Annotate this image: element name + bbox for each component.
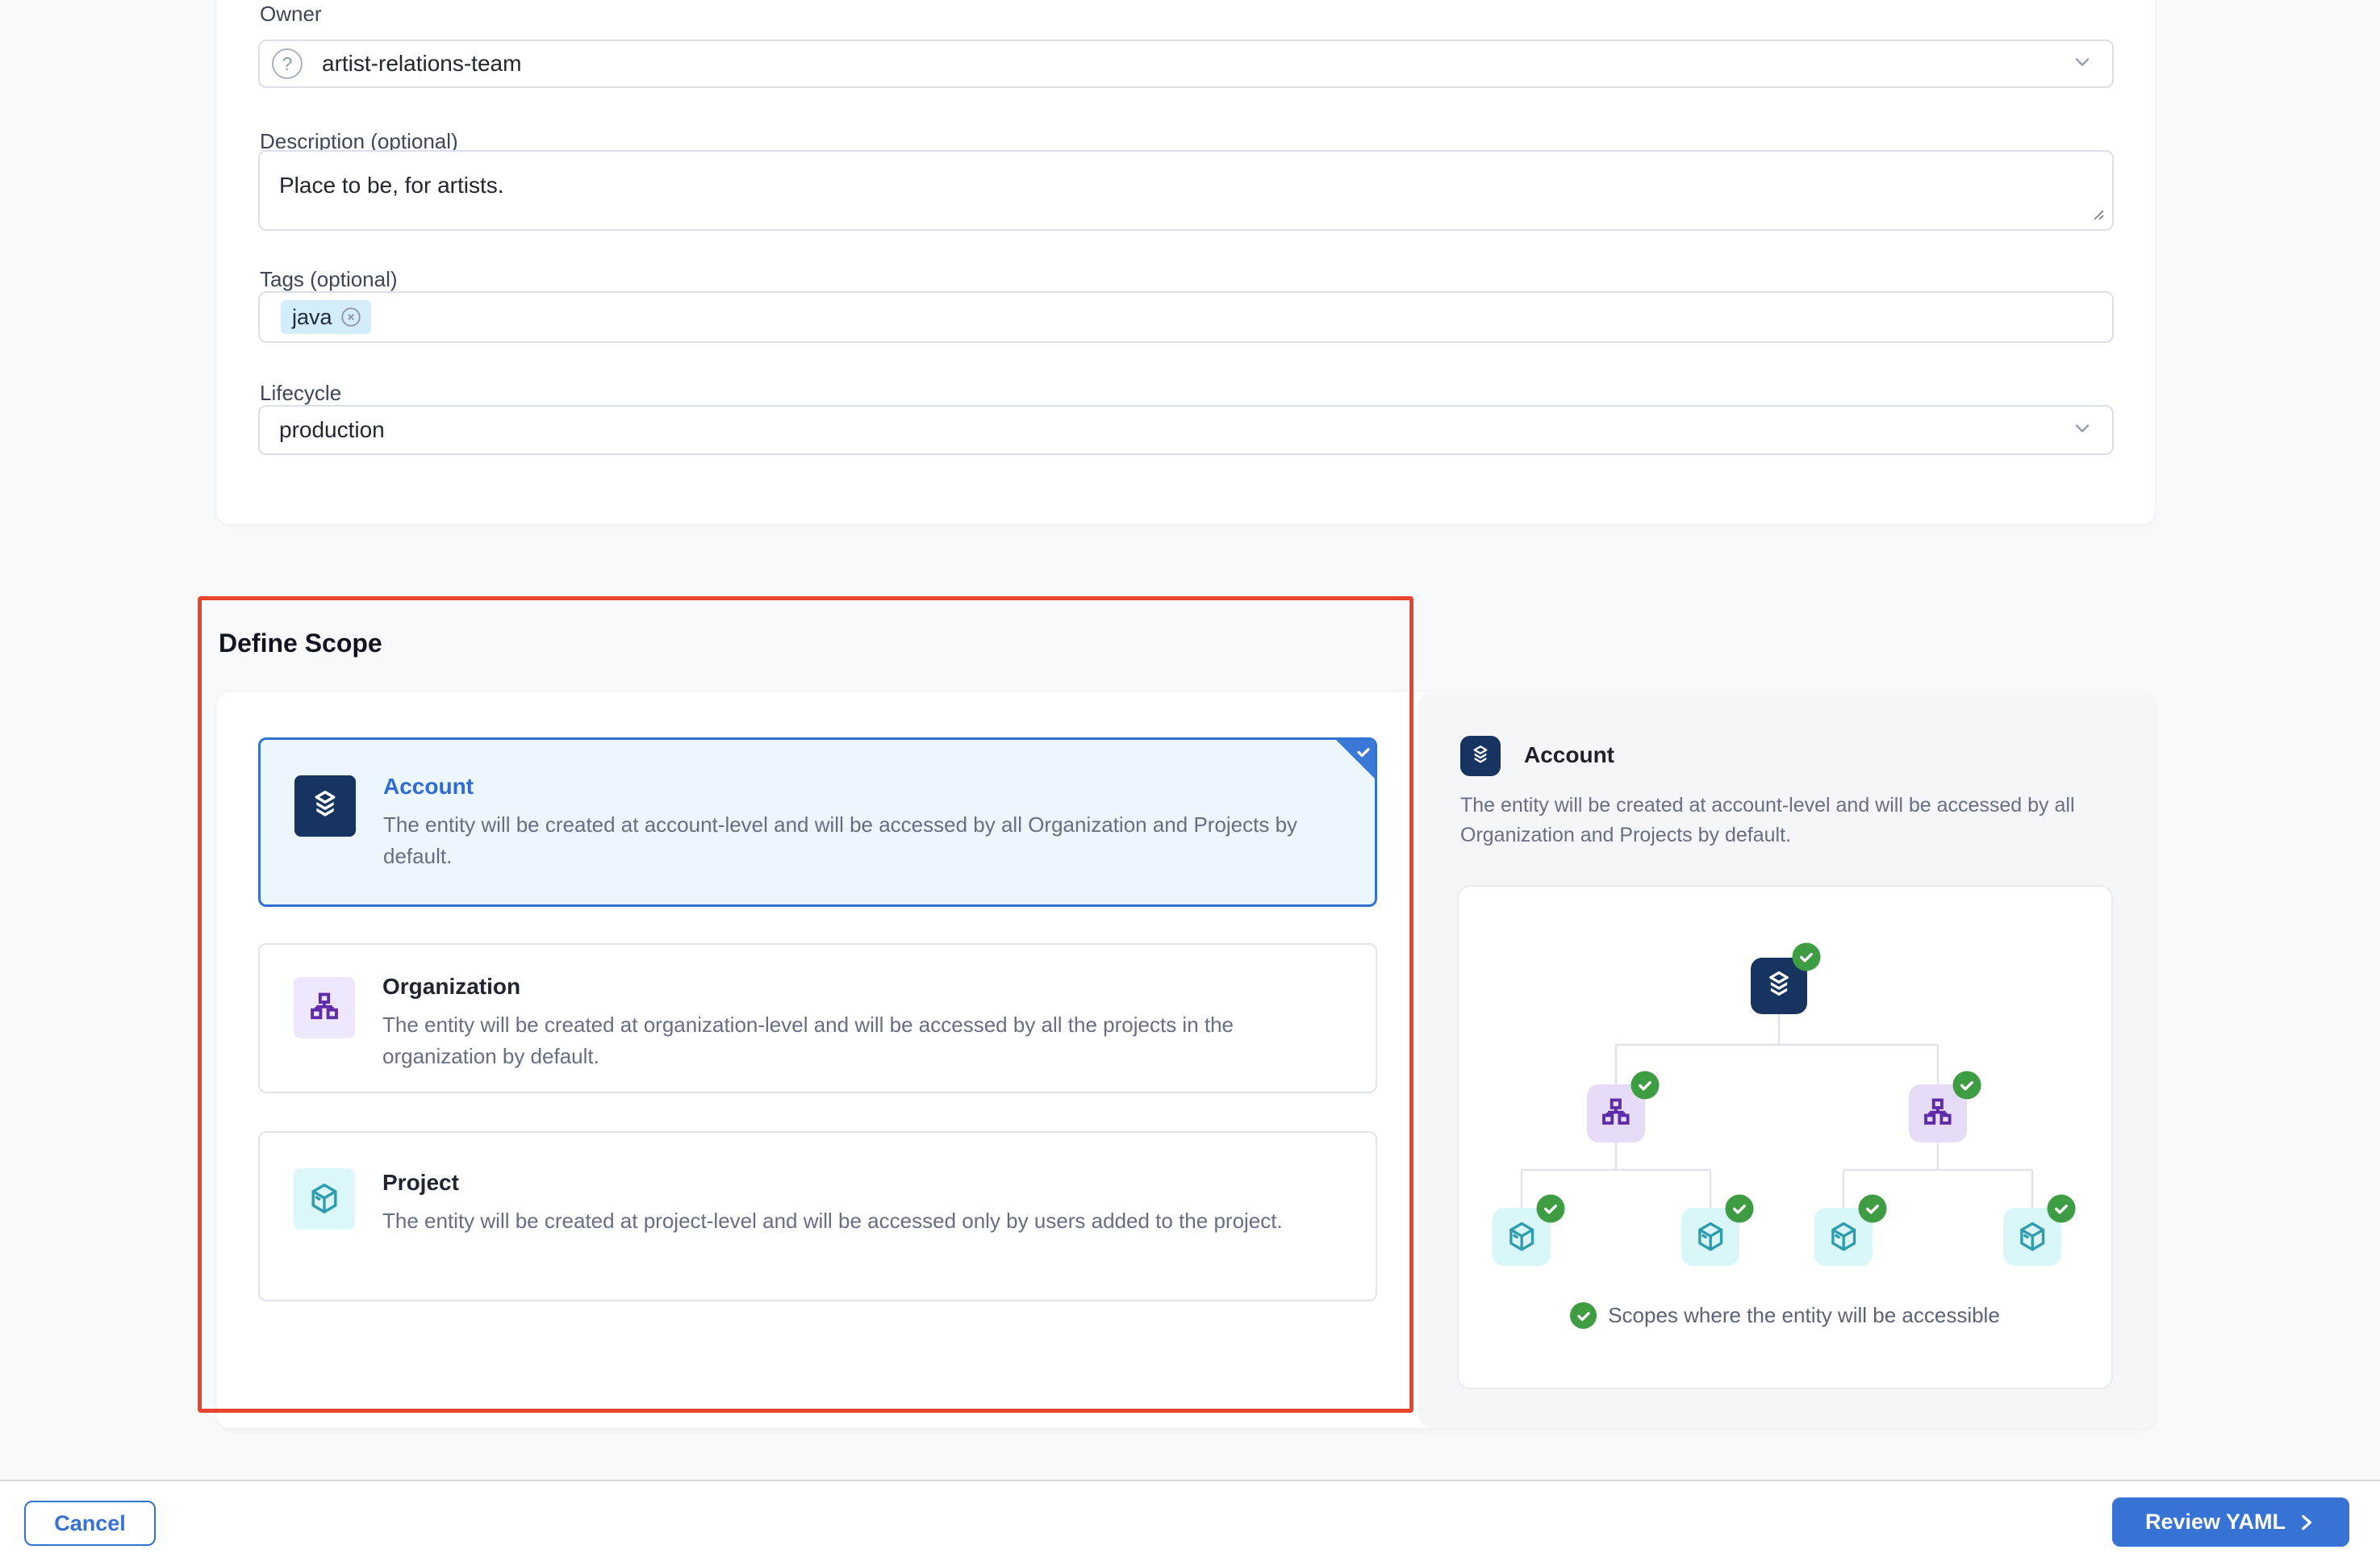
preview-description: The entity will be created at account-le… (1460, 791, 2156, 850)
description-textarea[interactable]: Place to be, for artists. (258, 150, 2114, 231)
tree-organization-node (1587, 1071, 1660, 1143)
scope-hierarchy-diagram: Scopes where the entity will be accessib… (1457, 885, 2113, 1389)
chevron-down-icon (2070, 50, 2094, 78)
scope-option-title: Organization (382, 974, 1347, 1000)
scope-preview-panel: Account The entity will be created at ac… (1418, 692, 2155, 1428)
lifecycle-label: Lifecycle (260, 381, 341, 406)
scope-option-description: The entity will be created at account-le… (383, 809, 1347, 872)
review-yaml-label: Review YAML (2145, 1510, 2286, 1535)
check-badge-icon (1859, 1195, 1887, 1223)
entity-create-page: Owner ? artist-relations-team Descriptio… (0, 0, 2380, 1562)
check-badge-icon (1537, 1195, 1565, 1223)
entity-details-card: Owner ? artist-relations-team Descriptio… (217, 0, 2155, 524)
preview-title: Account (1524, 742, 1614, 768)
layers-icon (1460, 736, 1501, 776)
owner-label: Owner (260, 2, 322, 27)
owner-select[interactable]: ? artist-relations-team (258, 40, 2114, 88)
scope-option-description: The entity will be created at project-le… (382, 1205, 1347, 1237)
resize-handle-icon[interactable] (2087, 203, 2107, 227)
tags-label: Tags (optional) (260, 267, 398, 292)
cube-icon (294, 1168, 355, 1230)
define-scope-card: Account The entity will be created at ac… (217, 692, 2155, 1428)
check-badge-icon (1953, 1071, 1981, 1100)
tree-project-node (2003, 1195, 2076, 1267)
tags-input[interactable]: java (258, 291, 2114, 343)
tag-chip[interactable]: java (281, 300, 371, 334)
chevron-down-icon (2070, 416, 2094, 445)
review-yaml-button[interactable]: Review YAML (2112, 1497, 2349, 1547)
check-badge-icon (2048, 1195, 2076, 1223)
tree-organization-node (1909, 1071, 1981, 1143)
footer-action-bar: Cancel Review YAML (0, 1480, 2380, 1562)
tree-project-node (1814, 1195, 1887, 1267)
lifecycle-value: production (279, 417, 385, 443)
scope-option-organization[interactable]: Organization The entity will be created … (258, 943, 1377, 1093)
cancel-button[interactable]: Cancel (24, 1501, 156, 1546)
diagram-caption: Scopes where the entity will be accessib… (1459, 1302, 2111, 1329)
scope-option-project[interactable]: Project The entity will be created at pr… (258, 1131, 1377, 1301)
circle-x-icon[interactable] (339, 305, 363, 329)
tree-project-node (1493, 1195, 1565, 1267)
check-badge-icon (1570, 1302, 1597, 1329)
check-badge-icon (1793, 943, 1821, 971)
tree-project-node (1681, 1195, 1754, 1267)
scope-option-title: Project (382, 1170, 1347, 1196)
tree-account-node (1751, 943, 1821, 1015)
check-badge-icon (1726, 1195, 1754, 1223)
owner-value: artist-relations-team (322, 51, 521, 77)
tag-chip-label: java (292, 305, 332, 330)
scope-option-account[interactable]: Account The entity will be created at ac… (258, 737, 1377, 907)
layers-icon (294, 775, 356, 837)
check-badge-icon (1631, 1071, 1660, 1100)
diagram-caption-text: Scopes where the entity will be accessib… (1608, 1303, 2000, 1328)
define-scope-heading: Define Scope (219, 629, 382, 658)
lifecycle-select[interactable]: production (258, 405, 2114, 455)
scope-option-description: The entity will be created at organizati… (382, 1009, 1347, 1072)
check-icon (1355, 743, 1372, 761)
scope-option-title: Account (383, 774, 1347, 800)
chevron-right-icon (2295, 1512, 2316, 1533)
help-circle-icon: ? (272, 48, 303, 79)
org-chart-icon (294, 977, 355, 1038)
